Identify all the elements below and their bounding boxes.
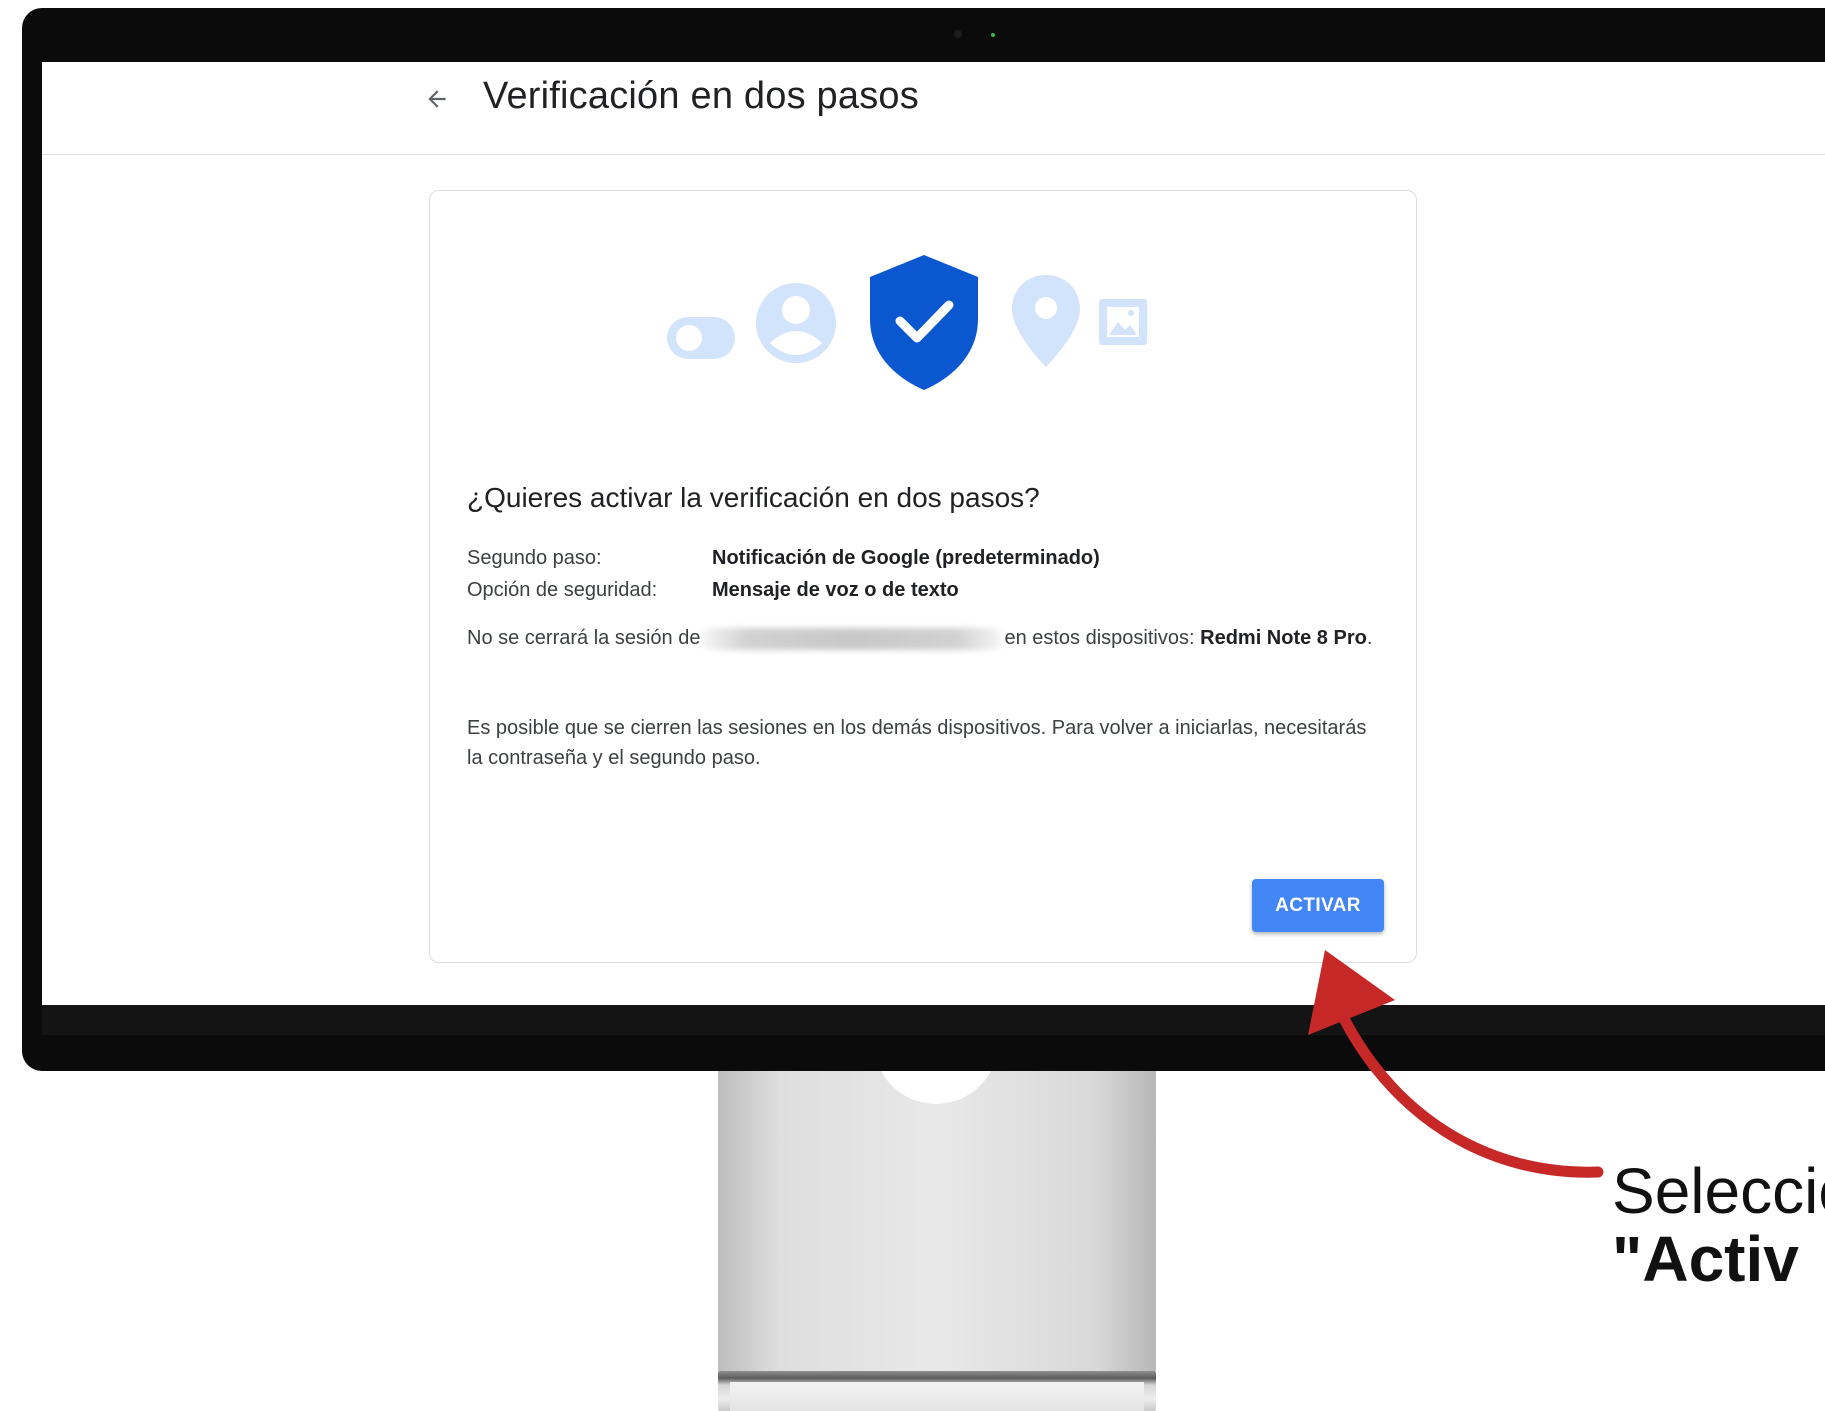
second-step-label: Segundo paso: — [467, 547, 602, 569]
account-icon — [756, 283, 836, 363]
annotation-text-line2: "Activ — [1612, 1223, 1799, 1295]
session-text-after: en estos dispositivos: — [1004, 627, 1195, 649]
card-heading: ¿Quieres activar la verificación en dos … — [467, 482, 1040, 513]
session-text-before: No se cerrará la sesión de — [467, 627, 701, 649]
logout-notice: Es posible que se cierren las sesiones e… — [467, 717, 1367, 769]
shield-check-icon — [870, 255, 978, 390]
security-option-label: Opción de seguridad: — [467, 579, 658, 601]
toggle-icon — [667, 317, 735, 359]
monitor-stand-base — [730, 1382, 1144, 1411]
page-header: Verificación en dos pasos — [42, 62, 1825, 155]
page-title: Verificación en dos pasos — [483, 75, 919, 117]
image-icon — [1099, 299, 1147, 345]
monitor-stand — [718, 1071, 1156, 1371]
activate-button[interactable]: ACTIVAR — [1252, 879, 1384, 932]
device-name: Redmi Note 8 Pro — [1200, 627, 1367, 649]
second-step-row: Segundo paso: Notificación de Google (pre… — [467, 544, 1100, 572]
monitor-screen: Verificación en dos pasos ¿Quieres activ… — [42, 62, 1825, 1005]
session-text-end: . — [1366, 627, 1373, 649]
security-option-row: Opción de seguridad: Mensaje de voz o de … — [467, 576, 959, 604]
back-arrow-icon[interactable] — [422, 84, 452, 114]
session-notice: No se cerrará la sesión de en estos dispo… — [467, 623, 1387, 653]
activation-card: ¿Quieres activar la verificación en dos … — [429, 190, 1417, 963]
location-pin-icon — [1012, 275, 1080, 367]
hero-illustration — [667, 255, 1147, 390]
redacted-email — [702, 627, 1003, 650]
camera-icon — [954, 30, 962, 38]
annotation-text-line1: Seleccio — [1612, 1155, 1825, 1227]
annotation-arrow — [1308, 950, 1604, 1178]
security-option-value: Mensaje de voz o de texto — [712, 579, 959, 601]
camera-led — [991, 33, 995, 37]
second-step-value: Notificación de Google (predeterminado) — [712, 547, 1100, 569]
